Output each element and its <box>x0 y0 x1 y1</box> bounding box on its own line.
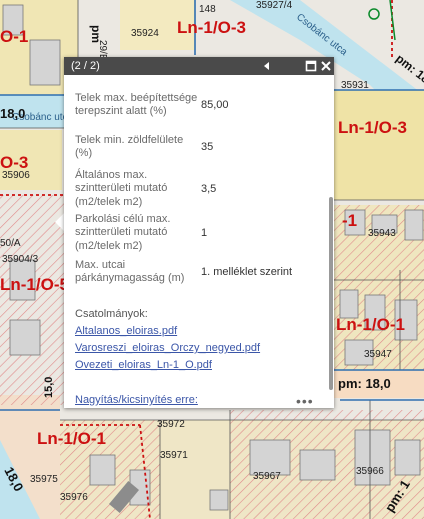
parcel-number: 35943 <box>368 228 396 239</box>
parcel-number: 35906 <box>2 170 30 181</box>
parcel-number: 35976 <box>60 492 88 503</box>
popup-header: (2 / 2) <box>64 57 334 75</box>
more-actions-icon[interactable]: ••• <box>296 393 314 408</box>
road-width-label: pm <box>89 25 103 43</box>
parcel-number: 35947 <box>364 349 392 360</box>
map-zone-label: Ln-1/O-3 <box>338 118 407 137</box>
attribute-value: 1. melléklet szerint <box>201 266 293 278</box>
attribute-value: 85,00 <box>201 99 229 111</box>
attribute-label: Telek max. beépítettsége terepszint alat… <box>75 91 198 118</box>
attribute-row: Parkolási célú max. szintterületi mutató… <box>75 211 334 255</box>
parcel-number: 50/A <box>0 238 21 249</box>
attribute-row: Telek min. zöldfelülete (%) 35 <box>75 127 334 167</box>
parcel-number: 35931 <box>341 80 369 91</box>
parcel-number: 35972 <box>157 419 185 430</box>
attribute-value: 35 <box>201 141 214 153</box>
attribute-label: Max. utcai párkánymagasság (m) <box>75 258 185 285</box>
parcel-number: 35924 <box>131 28 159 39</box>
close-icon[interactable] <box>319 59 333 73</box>
zoom-to-link[interactable]: Nagyítás/kicsinyítés erre: <box>75 394 198 406</box>
map-zone-label: -1 <box>342 211 357 230</box>
feature-info-popup: (2 / 2) Telek max. beépítettsége terepsz… <box>64 57 334 408</box>
road-width-label: 15,0 <box>43 377 55 398</box>
parcel-number: 148 <box>199 4 216 15</box>
parcel-yellow <box>334 90 424 200</box>
attribute-value: 3,5 <box>201 183 217 195</box>
attachment-link[interactable]: Altalanos_eloiras.pdf <box>75 325 334 337</box>
attachments-heading: Csatolmányok: <box>75 308 148 320</box>
attribute-label: Parkolási célú max. szintterületi mutató… <box>75 212 171 252</box>
popup-content: Telek max. beépítettsége terepszint alat… <box>64 75 334 408</box>
attribute-label: Általános max. szintterületi mutató (m2/… <box>75 168 168 208</box>
triangle-left-icon[interactable] <box>260 59 274 73</box>
attachment-link[interactable]: Varosreszi_eloiras_Orczy_negyed.pdf <box>75 342 334 354</box>
map-zone-label: Ln-1/O-1 <box>336 315 405 334</box>
map-zone-label: Ln-1/O-5 <box>0 275 69 294</box>
parcel-number: 35927/4 <box>256 0 293 11</box>
road-width-label: 18,0 <box>0 106 25 121</box>
attribute-row: Max. utcai párkánymagasság (m) 1. mellék… <box>75 255 334 289</box>
map-zone-label: O-1 <box>0 27 28 46</box>
road-width-label: pm: 18,0 <box>338 376 391 391</box>
attribute-row: Telek max. beépítettsége terepszint alat… <box>75 83 334 127</box>
attribute-value: 1 <box>201 227 208 239</box>
attachment-link[interactable]: Ovezeti_eloiras_Ln-1_O.pdf <box>75 359 334 371</box>
parcel-number: 35967 <box>253 471 281 482</box>
maximize-icon[interactable] <box>304 59 318 73</box>
popup-scrollbar[interactable] <box>329 197 333 390</box>
parcel-number: 35975 <box>30 474 58 485</box>
attribute-label: Telek min. zöldfelülete (%) <box>75 133 184 160</box>
parcel-number: 35904/3 <box>2 254 39 265</box>
map-zone-label: Ln-1/O-3 <box>177 18 246 37</box>
attribute-row: Általános max. szintterületi mutató (m2/… <box>75 167 334 211</box>
parcel-number: 35971 <box>160 450 188 461</box>
map-zone-label: Ln-1/O-1 <box>37 429 106 448</box>
popup-feature-count: (2 / 2) <box>71 60 100 72</box>
parcel-number: 35966 <box>356 466 384 477</box>
